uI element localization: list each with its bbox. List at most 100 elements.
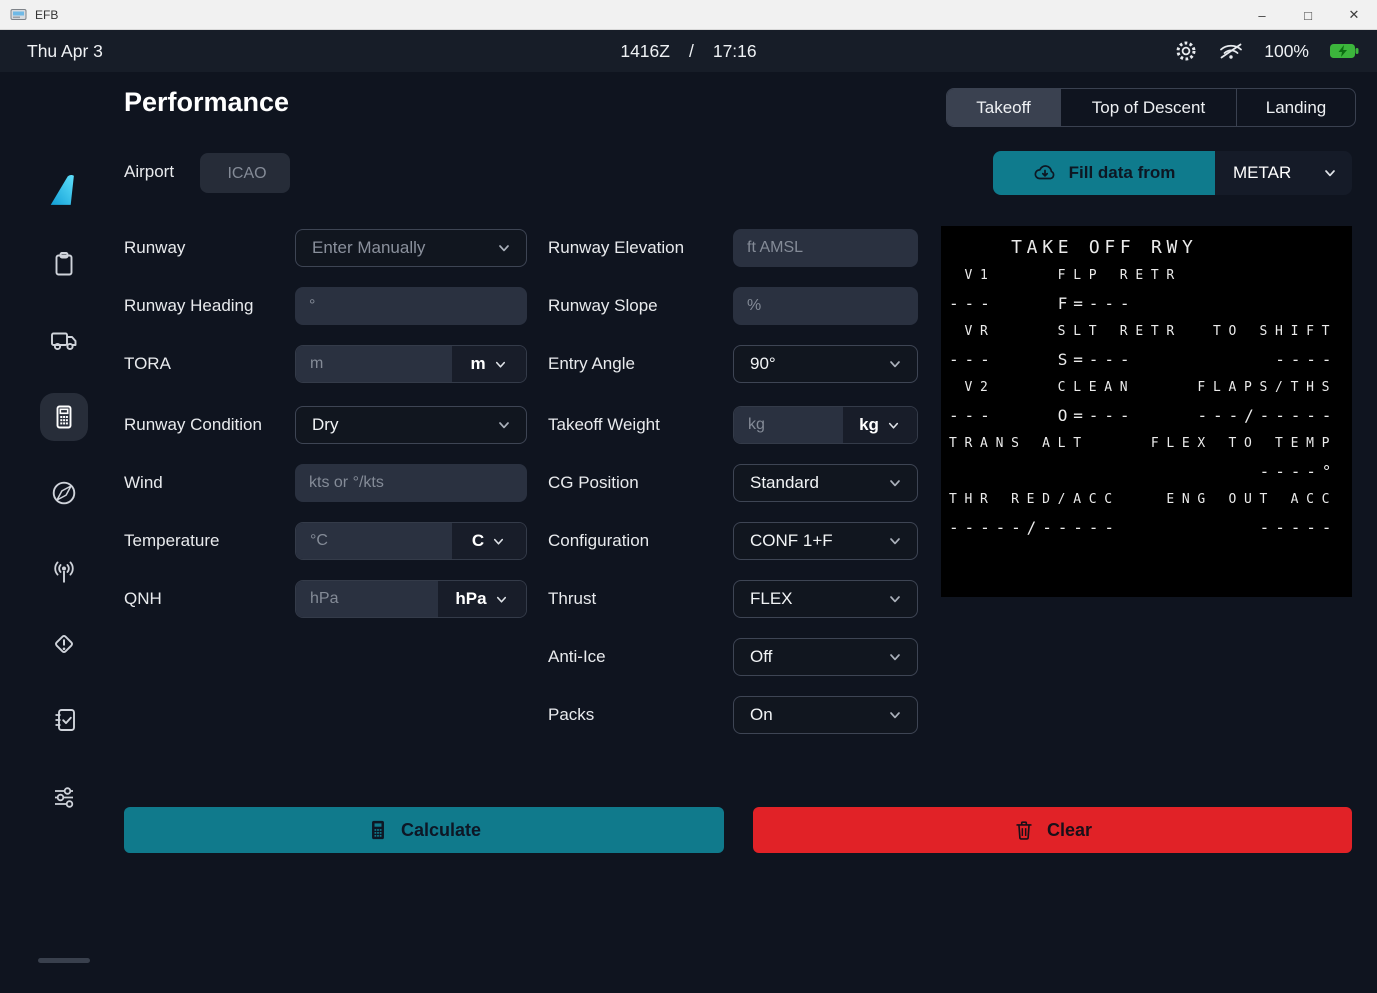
chevron-down-icon xyxy=(887,649,903,665)
mcdu-line: V1 FLP RETR xyxy=(949,262,1344,290)
qnh-input[interactable] xyxy=(296,581,438,617)
fill-source-select[interactable]: METAR xyxy=(1215,151,1352,195)
sidebar-item-settings[interactable] xyxy=(40,986,88,993)
chevron-down-icon xyxy=(493,357,508,372)
form-row: Runway Condition Dry xyxy=(124,406,527,444)
sidebar-item-navigation[interactable] xyxy=(40,469,88,517)
form-row: Runway Elevation xyxy=(548,229,918,267)
cg-position-value: Standard xyxy=(750,473,819,493)
clear-button[interactable]: Clear xyxy=(753,807,1352,853)
fill-data-button[interactable]: Fill data from xyxy=(993,151,1215,195)
tora-field: m xyxy=(295,345,527,383)
takeoff-weight-unit-select[interactable]: kg xyxy=(843,407,917,443)
runway-select[interactable]: Enter Manually xyxy=(295,229,527,267)
thrust-select[interactable]: FLEX xyxy=(733,580,918,618)
sidebar-item-settings-sliders[interactable] xyxy=(40,773,88,821)
form-row: QNH hPa xyxy=(124,580,527,618)
antenna-icon xyxy=(48,556,80,588)
local-time: 17:16 xyxy=(713,41,757,62)
runway-heading-input[interactable] xyxy=(295,287,527,325)
qnh-unit-value: hPa xyxy=(455,589,486,609)
qnh-field: hPa xyxy=(295,580,527,618)
sidebar-divider xyxy=(38,958,90,963)
entry-angle-value: 90° xyxy=(750,354,776,374)
tora-unit-value: m xyxy=(470,354,485,374)
runway-elevation-field[interactable] xyxy=(733,229,918,267)
mcdu-line: -----/----- ----- xyxy=(949,514,1344,542)
calculate-label: Calculate xyxy=(401,820,481,841)
maximize-button[interactable]: □ xyxy=(1285,0,1331,30)
anti-ice-label: Anti-Ice xyxy=(548,647,733,667)
form-row: TORA m xyxy=(124,345,527,383)
form-row: CG Position Standard xyxy=(548,464,918,502)
qnh-unit-select[interactable]: hPa xyxy=(438,581,526,617)
close-button[interactable]: ✕ xyxy=(1331,0,1377,30)
sidebar-item-failures[interactable] xyxy=(40,620,88,668)
mcdu-line: --- S=--- ---- xyxy=(949,346,1344,374)
runway-heading-label: Runway Heading xyxy=(124,296,295,316)
runway-value: Enter Manually xyxy=(312,238,425,258)
airport-icao-field[interactable] xyxy=(200,153,290,193)
tora-input[interactable] xyxy=(296,346,452,382)
form-column-left: Runway Enter Manually Runway Heading TOR… xyxy=(124,229,527,638)
thrust-label: Thrust xyxy=(548,589,733,609)
configuration-select[interactable]: CONF 1+F xyxy=(733,522,918,560)
calculate-button[interactable]: Calculate xyxy=(124,807,724,853)
runway-condition-select[interactable]: Dry xyxy=(295,406,527,444)
wind-label: Wind xyxy=(124,473,295,493)
entry-angle-select[interactable]: 90° xyxy=(733,345,918,383)
gear-icon[interactable] xyxy=(1174,39,1198,63)
cg-position-select[interactable]: Standard xyxy=(733,464,918,502)
tora-unit-select[interactable]: m xyxy=(452,346,526,382)
form-row: Runway Enter Manually xyxy=(124,229,527,267)
chevron-down-icon xyxy=(1322,165,1338,181)
mcdu-line: TAKE OFF RWY xyxy=(949,234,1344,262)
runway-heading-field[interactable] xyxy=(295,287,527,325)
takeoff-weight-field: kg xyxy=(733,406,918,444)
chevron-down-icon xyxy=(887,707,903,723)
wind-input[interactable] xyxy=(295,464,527,502)
tab-top-of-descent[interactable]: Top of Descent xyxy=(1060,89,1236,126)
sliders-icon xyxy=(48,781,80,813)
tab-landing[interactable]: Landing xyxy=(1236,89,1355,126)
temperature-unit-select[interactable]: C xyxy=(452,523,526,559)
sidebar-item-performance[interactable] xyxy=(40,393,88,441)
runway-slope-field[interactable] xyxy=(733,287,918,325)
window-titlebar: EFB – □ ✕ xyxy=(0,0,1377,30)
clipboard-icon xyxy=(48,248,80,280)
window-title: EFB xyxy=(35,8,58,22)
anti-ice-value: Off xyxy=(750,647,772,667)
sidebar-item-clipboard[interactable] xyxy=(40,240,88,288)
chevron-down-icon xyxy=(494,592,509,607)
airport-icao-input[interactable] xyxy=(200,153,294,195)
tab-takeoff[interactable]: Takeoff xyxy=(947,89,1060,126)
runway-slope-input[interactable] xyxy=(733,287,918,325)
wind-field[interactable] xyxy=(295,464,527,502)
form-row: Takeoff Weight kg xyxy=(548,406,918,444)
battery-charging-icon xyxy=(1329,42,1359,60)
chevron-down-icon xyxy=(496,240,512,256)
form-row: Temperature C xyxy=(124,522,527,560)
chevron-down-icon xyxy=(887,533,903,549)
temperature-field: C xyxy=(295,522,527,560)
cg-position-label: CG Position xyxy=(548,473,733,493)
runway-condition-label: Runway Condition xyxy=(124,415,295,435)
temperature-input[interactable] xyxy=(296,523,452,559)
sidebar-item-atc[interactable] xyxy=(40,548,88,596)
runway-elevation-input[interactable] xyxy=(733,229,918,267)
fill-data-group: Fill data from METAR xyxy=(993,151,1352,195)
anti-ice-select[interactable]: Off xyxy=(733,638,918,676)
form-row: Wind xyxy=(124,464,527,502)
mcdu-performance-display: TAKE OFF RWY V1 FLP RETR --- F=--- VR SL… xyxy=(941,226,1352,597)
minimize-button[interactable]: – xyxy=(1239,0,1285,30)
qnh-label: QNH xyxy=(124,589,295,609)
thrust-value: FLEX xyxy=(750,589,793,609)
cloud-download-icon xyxy=(1033,162,1057,184)
sidebar-item-checklists[interactable] xyxy=(40,696,88,744)
takeoff-weight-input[interactable] xyxy=(734,407,843,443)
sidebar-item-ground-services[interactable] xyxy=(40,316,88,364)
packs-select[interactable]: On xyxy=(733,696,918,734)
takeoff-weight-unit-value: kg xyxy=(859,415,879,435)
truck-icon xyxy=(47,324,81,356)
fill-data-label: Fill data from xyxy=(1069,163,1176,183)
